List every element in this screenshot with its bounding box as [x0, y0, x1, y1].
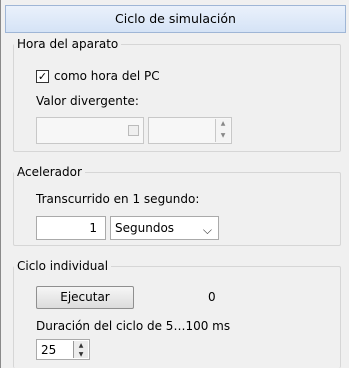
spin-down-icon[interactable]: ▼ — [74, 350, 88, 359]
divergent-date-field[interactable] — [36, 117, 144, 144]
pc-time-label: como hora del PC — [54, 69, 160, 83]
calendar-icon[interactable] — [128, 125, 139, 136]
execute-button[interactable]: Ejecutar — [36, 286, 134, 309]
cycle-duration-input[interactable]: 25 ▲ ▼ — [36, 339, 90, 360]
accelerator-group: Acelerador Transcurrido en 1 segundo: 1 … — [13, 164, 341, 246]
elapsed-value: 1 — [89, 221, 97, 235]
elapsed-value-input[interactable]: 1 — [36, 216, 106, 240]
spin-up-icon[interactable]: ▲ — [74, 341, 88, 350]
elapsed-label: Transcurrido en 1 segundo: — [36, 192, 200, 206]
simulation-cycle-panel: Ciclo de simulación Hora del aparato ✓ c… — [0, 0, 349, 368]
device-time-group: Hora del aparato ✓ como hora del PC Valo… — [13, 36, 341, 152]
cycle-count: 0 — [208, 290, 216, 304]
time-unit-value: Segundos — [115, 221, 175, 235]
spin-up-icon[interactable]: ▲ — [216, 119, 230, 131]
time-spinner[interactable]: ▲ ▼ — [215, 119, 230, 142]
pc-time-checkbox[interactable]: ✓ — [36, 70, 49, 83]
cycle-duration-label: Duración del ciclo de 5…100 ms — [36, 319, 231, 333]
device-time-legend: Hora del aparato — [14, 36, 122, 52]
duration-spinner[interactable]: ▲ ▼ — [73, 341, 88, 358]
single-cycle-legend: Ciclo individual — [14, 258, 112, 274]
single-cycle-group: Ciclo individual Ejecutar 0 Duración del… — [13, 258, 341, 368]
divergent-time-field[interactable]: ▲ ▼ — [148, 117, 232, 144]
panel-title: Ciclo de simulación — [5, 5, 346, 33]
time-unit-select[interactable]: Segundos ⌵ — [110, 216, 219, 240]
cycle-duration-value: 25 — [41, 343, 57, 357]
chevron-down-icon[interactable]: ⌵ — [203, 223, 212, 238]
accelerator-legend: Acelerador — [14, 164, 85, 180]
spin-down-icon[interactable]: ▼ — [216, 131, 230, 143]
divergent-value-label: Valor divergente: — [36, 94, 139, 108]
